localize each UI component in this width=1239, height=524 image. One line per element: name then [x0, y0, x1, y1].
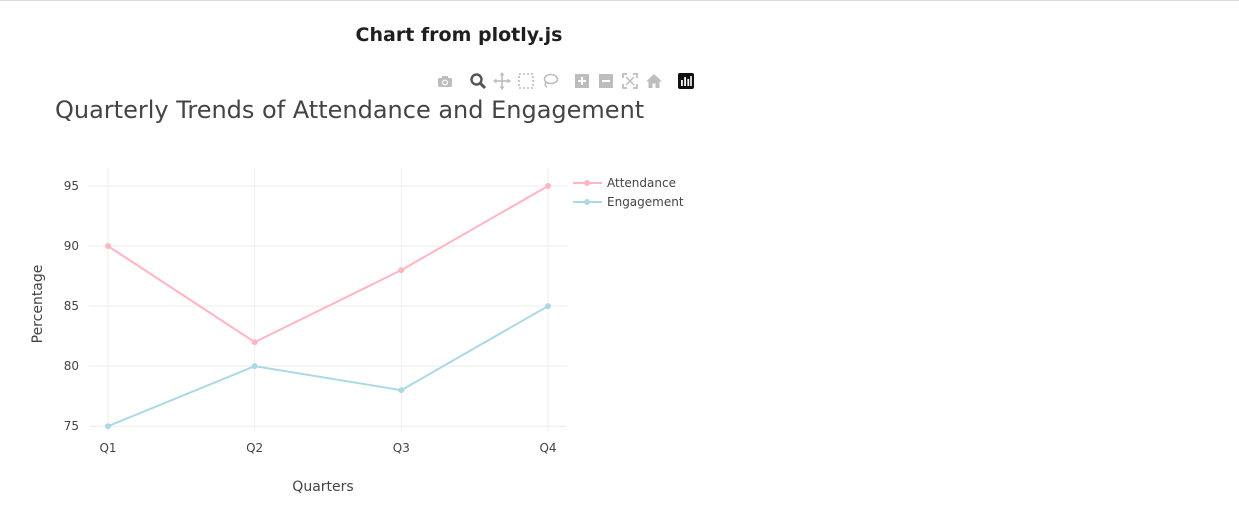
page-heading: Chart from plotly.js [355, 24, 563, 46]
zoom-in-icon[interactable] [573, 72, 591, 90]
legend-marker-attendance [584, 180, 590, 186]
y-axis-title: Percentage [30, 265, 46, 344]
x-tick-layer: Q1 Q2 Q3 Q4 [99, 441, 556, 455]
x-tick-label: Q1 [99, 441, 116, 455]
x-tick-label: Q3 [393, 441, 410, 455]
y-tick-label: 75 [64, 419, 79, 433]
data-point-attendance[interactable] [398, 267, 405, 274]
pan-icon[interactable] [493, 72, 511, 90]
lasso-select-icon[interactable] [541, 72, 559, 90]
data-point-engagement[interactable] [545, 303, 551, 310]
data-point-engagement[interactable] [251, 363, 258, 370]
data-point-attendance[interactable] [545, 183, 551, 190]
y-tick-label: 80 [64, 359, 79, 373]
series-line-attendance [107, 185, 549, 344]
top-border [0, 0, 1239, 1]
camera-icon[interactable] [436, 72, 454, 90]
data-point-attendance[interactable] [251, 339, 258, 346]
chart-title: Quarterly Trends of Attendance and Engag… [55, 96, 644, 124]
zoom-icon[interactable] [469, 72, 487, 90]
data-point-engagement[interactable] [105, 423, 111, 430]
legend-marker-engagement [584, 199, 590, 205]
home-icon[interactable] [645, 72, 663, 90]
box-select-icon[interactable] [517, 72, 535, 90]
y-tick-label: 95 [64, 179, 79, 193]
data-point-engagement[interactable] [398, 387, 405, 394]
zoom-out-icon[interactable] [597, 72, 615, 90]
x-axis-title: Quarters [292, 479, 353, 495]
plotly-logo-icon[interactable] [677, 72, 695, 90]
legend: Attendance Engagement [573, 176, 684, 209]
y-tick-layer: 75 80 85 90 95 [64, 179, 79, 433]
y-tick-label: 85 [64, 299, 79, 313]
legend-label-attendance[interactable]: Attendance [607, 176, 676, 190]
autoscale-icon[interactable] [621, 72, 639, 90]
legend-label-engagement[interactable]: Engagement [607, 195, 684, 209]
grid-layer [89, 168, 567, 431]
x-tick-label: Q2 [246, 441, 263, 455]
data-point-attendance[interactable] [105, 243, 111, 250]
line-chart: 75 80 85 90 95 Q1 Q2 Q3 Q4 Attendance Engagement… [30, 96, 684, 495]
y-tick-label: 90 [64, 239, 79, 253]
x-tick-label: Q4 [539, 441, 556, 455]
